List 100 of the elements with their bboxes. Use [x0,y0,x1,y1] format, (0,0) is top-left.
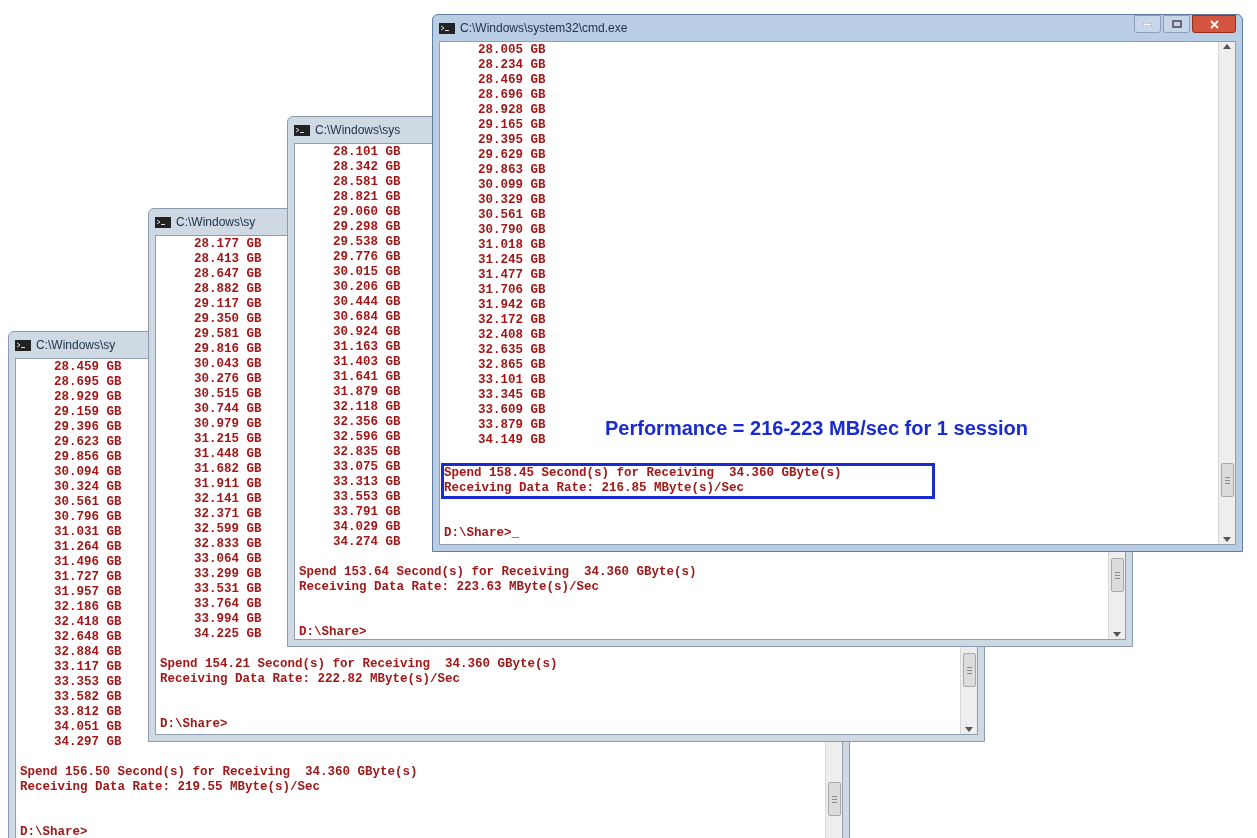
output-line: 31.031 GB [54,525,122,540]
output-line: 28.695 GB [54,375,122,390]
output-line: 29.117 GB [194,297,262,312]
output-line: 29.629 GB [478,148,546,163]
output-line: 32.865 GB [478,358,546,373]
output-line: 28.413 GB [194,252,262,267]
output-line: 31.477 GB [478,268,546,283]
output-line: 30.979 GB [194,417,262,432]
scroll-up-icon[interactable] [1223,44,1231,49]
output-line: 30.276 GB [194,372,262,387]
output-line: 32.596 GB [333,430,401,445]
output-line: 28.177 GB [194,237,262,252]
output-line: 31.641 GB [333,370,401,385]
output-line: 32.418 GB [54,615,122,630]
scroll-down-icon[interactable] [1113,632,1121,637]
scroll-thumb[interactable] [1110,558,1124,592]
output-line: 33.609 GB [478,403,546,418]
output-line: 34.149 GB [478,433,546,448]
output-line: 33.101 GB [478,373,546,388]
output-line: 29.623 GB [54,435,122,450]
output-line: 30.744 GB [194,402,262,417]
scroll-thumb[interactable] [962,653,976,687]
output-line: 32.118 GB [333,400,401,415]
command-prompt: D:\Share> [160,717,228,732]
output-line: 32.186 GB [54,600,122,615]
window-title: C:\Windows\system32\cmd.exe [460,20,628,37]
command-prompt: D:\Share> [20,825,88,838]
output-line: 28.234 GB [478,58,546,73]
minimize-icon [1143,22,1152,26]
output-line: 32.635 GB [478,343,546,358]
output-line: 29.581 GB [194,327,262,342]
output-line: 30.796 GB [54,510,122,525]
output-line: 34.029 GB [333,520,401,535]
output-line: 28.005 GB [478,43,546,58]
output-line: 29.159 GB [54,405,122,420]
output-line: 29.350 GB [194,312,262,327]
output-line: 28.647 GB [194,267,262,282]
scroll-down-icon[interactable] [1223,537,1231,542]
output-line: 31.879 GB [333,385,401,400]
output-line: 29.165 GB [478,118,546,133]
output-line: 28.928 GB [478,103,546,118]
output-line: 33.531 GB [194,582,262,597]
output-line: 28.882 GB [194,282,262,297]
output-line: 33.117 GB [54,660,122,675]
output-line: 31.018 GB [478,238,546,253]
output-line: 29.816 GB [194,342,262,357]
output-line: 30.099 GB [478,178,546,193]
result-line: Receiving Data Rate: 223.63 MByte(s)/Sec [299,580,600,595]
close-button[interactable] [1192,15,1236,33]
output-line: 33.345 GB [478,388,546,403]
scroll-thumb[interactable] [1220,463,1234,497]
output-line: 32.835 GB [333,445,401,460]
output-line: 32.141 GB [194,492,262,507]
output-line: 33.582 GB [54,690,122,705]
maximize-icon [1171,20,1182,28]
output-line: 30.561 GB [54,495,122,510]
output-line: 31.911 GB [194,477,262,492]
output-line: 33.812 GB [54,705,122,720]
output-line: 31.496 GB [54,555,122,570]
output-line: 31.706 GB [478,283,546,298]
output-line: 31.163 GB [333,340,401,355]
output-line: 33.075 GB [333,460,401,475]
output-line: 33.764 GB [194,597,262,612]
scroll-down-icon[interactable] [965,727,973,732]
command-prompt: D:\Share> [299,625,367,640]
result-line: Receiving Data Rate: 219.55 MByte(s)/Sec [20,780,321,795]
output-line: 32.833 GB [194,537,262,552]
output-line: 30.924 GB [333,325,401,340]
scrollbar[interactable] [1218,42,1235,544]
output-line: 33.879 GB [478,418,546,433]
output-line: 31.215 GB [194,432,262,447]
scroll-thumb[interactable] [827,782,841,816]
output-line: 28.581 GB [333,175,401,190]
output-line: 32.648 GB [54,630,122,645]
result-line: Spend 158.45 Second(s) for Receiving 34.360 GByte(s) [444,466,842,481]
console-icon [15,339,31,351]
output-line: 28.342 GB [333,160,401,175]
command-prompt: D:\Share>_ [444,526,519,541]
output-line: 30.206 GB [333,280,401,295]
output-line: 33.064 GB [194,552,262,567]
performance-annotation: Performance = 216-223 MB/sec for 1 session [605,416,1028,441]
output-line: 31.682 GB [194,462,262,477]
output-line: 32.172 GB [478,313,546,328]
window-title: C:\Windows\sys [315,122,401,139]
result-line: Receiving Data Rate: 222.82 MByte(s)/Sec [160,672,461,687]
output-line: 34.297 GB [54,735,122,750]
output-line: 31.264 GB [54,540,122,555]
output-line: 28.696 GB [478,88,546,103]
output-line: 29.856 GB [54,450,122,465]
window-title: C:\Windows\sy [36,337,116,354]
maximize-button[interactable] [1163,15,1190,33]
output-line: 28.929 GB [54,390,122,405]
console-icon [294,124,310,136]
output-line: 31.957 GB [54,585,122,600]
output-line: 28.821 GB [333,190,401,205]
output-line: 30.561 GB [478,208,546,223]
console-icon [439,22,455,34]
output-line: 30.329 GB [478,193,546,208]
output-line: 31.448 GB [194,447,262,462]
output-line: 31.942 GB [478,298,546,313]
